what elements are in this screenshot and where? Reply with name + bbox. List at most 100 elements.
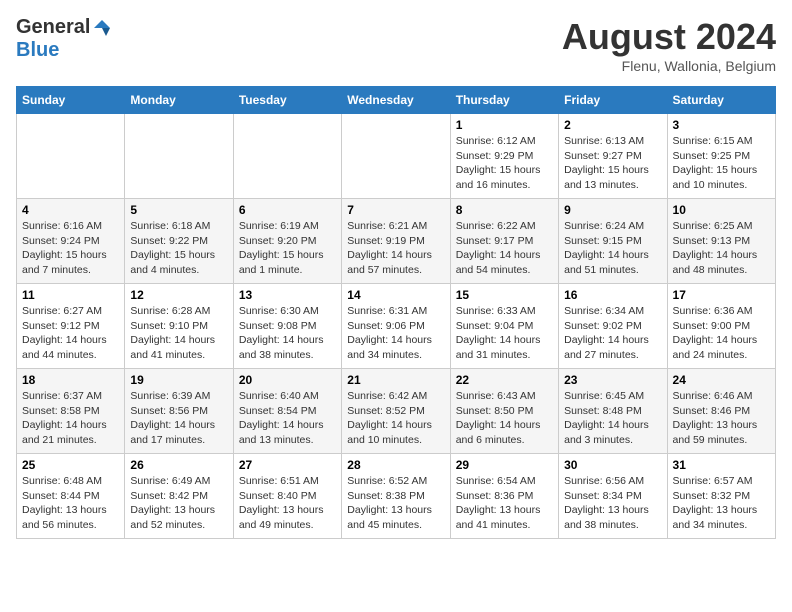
calendar-cell: 5 Sunrise: 6:18 AMSunset: 9:22 PMDaylight… xyxy=(125,199,233,284)
day-number: 19 xyxy=(130,373,227,387)
day-info: Sunrise: 6:49 AMSunset: 8:42 PMDaylight:… xyxy=(130,474,227,533)
logo-icon xyxy=(92,18,112,38)
day-info: Sunrise: 6:39 AMSunset: 8:56 PMDaylight:… xyxy=(130,389,227,448)
day-info: Sunrise: 6:19 AMSunset: 9:20 PMDaylight:… xyxy=(239,219,336,278)
calendar-cell: 23 Sunrise: 6:45 AMSunset: 8:48 PMDayligh… xyxy=(559,369,667,454)
calendar-cell xyxy=(17,114,125,199)
calendar-cell: 24 Sunrise: 6:46 AMSunset: 8:46 PMDayligh… xyxy=(667,369,775,454)
day-number: 7 xyxy=(347,203,444,217)
day-info: Sunrise: 6:13 AMSunset: 9:27 PMDaylight:… xyxy=(564,134,661,193)
day-number: 20 xyxy=(239,373,336,387)
calendar-cell: 30 Sunrise: 6:56 AMSunset: 8:34 PMDayligh… xyxy=(559,454,667,539)
week-row: 4Sunrise: 6:16 AMSunset: 9:24 PMDaylight… xyxy=(17,199,776,284)
day-info: Sunrise: 6:22 AMSunset: 9:17 PMDaylight:… xyxy=(456,219,553,278)
calendar-cell: 17 Sunrise: 6:36 AMSunset: 9:00 PMDayligh… xyxy=(667,284,775,369)
week-row: 25Sunrise: 6:48 AMSunset: 8:44 PMDayligh… xyxy=(17,454,776,539)
day-number: 23 xyxy=(564,373,661,387)
day-number: 14 xyxy=(347,288,444,302)
day-info: Sunrise: 6:45 AMSunset: 8:48 PMDaylight:… xyxy=(564,389,661,448)
calendar-cell xyxy=(233,114,341,199)
calendar-cell: 22 Sunrise: 6:43 AMSunset: 8:50 PMDayligh… xyxy=(450,369,558,454)
day-number: 22 xyxy=(456,373,553,387)
day-number: 3 xyxy=(673,118,770,132)
day-number: 17 xyxy=(673,288,770,302)
day-info: Sunrise: 6:48 AMSunset: 8:44 PMDaylight:… xyxy=(22,474,119,533)
calendar-cell: 29Sunrise: 6:54 AMSunset: 8:36 PMDayligh… xyxy=(450,454,558,539)
day-info: Sunrise: 6:31 AMSunset: 9:06 PMDaylight:… xyxy=(347,304,444,363)
calendar-cell xyxy=(342,114,450,199)
day-info: Sunrise: 6:25 AMSunset: 9:13 PMDaylight:… xyxy=(673,219,770,278)
day-info: Sunrise: 6:36 AMSunset: 9:00 PMDaylight:… xyxy=(673,304,770,363)
day-number: 16 xyxy=(564,288,661,302)
day-number: 27 xyxy=(239,458,336,472)
day-info: Sunrise: 6:42 AMSunset: 8:52 PMDaylight:… xyxy=(347,389,444,448)
day-number: 5 xyxy=(130,203,227,217)
day-info: Sunrise: 6:51 AMSunset: 8:40 PMDaylight:… xyxy=(239,474,336,533)
calendar-cell: 16Sunrise: 6:34 AMSunset: 9:02 PMDayligh… xyxy=(559,284,667,369)
weekday-header: Wednesday xyxy=(342,87,450,114)
day-info: Sunrise: 6:18 AMSunset: 9:22 PMDaylight:… xyxy=(130,219,227,278)
calendar-cell: 31 Sunrise: 6:57 AMSunset: 8:32 PMDayligh… xyxy=(667,454,775,539)
week-row: 11 Sunrise: 6:27 AMSunset: 9:12 PMDayligh… xyxy=(17,284,776,369)
day-number: 18 xyxy=(22,373,119,387)
weekday-header: Sunday xyxy=(17,87,125,114)
day-info: Sunrise: 6:15 AMSunset: 9:25 PMDaylight:… xyxy=(673,134,770,193)
calendar-cell: 3 Sunrise: 6:15 AMSunset: 9:25 PMDaylight… xyxy=(667,114,775,199)
calendar-cell: 9Sunrise: 6:24 AMSunset: 9:15 PMDaylight… xyxy=(559,199,667,284)
day-number: 24 xyxy=(673,373,770,387)
calendar-cell: 1 Sunrise: 6:12 AMSunset: 9:29 PMDaylight… xyxy=(450,114,558,199)
calendar-cell: 8 Sunrise: 6:22 AMSunset: 9:17 PMDaylight… xyxy=(450,199,558,284)
day-info: Sunrise: 6:16 AMSunset: 9:24 PMDaylight:… xyxy=(22,219,119,278)
day-info: Sunrise: 6:54 AMSunset: 8:36 PMDaylight:… xyxy=(456,474,553,533)
weekday-header-row: SundayMondayTuesdayWednesdayThursdayFrid… xyxy=(17,87,776,114)
calendar-cell: 13 Sunrise: 6:30 AMSunset: 9:08 PMDayligh… xyxy=(233,284,341,369)
day-number: 11 xyxy=(22,288,119,302)
day-info: Sunrise: 6:27 AMSunset: 9:12 PMDaylight:… xyxy=(22,304,119,363)
calendar-cell: 26Sunrise: 6:49 AMSunset: 8:42 PMDayligh… xyxy=(125,454,233,539)
calendar-cell: 18 Sunrise: 6:37 AMSunset: 8:58 PMDayligh… xyxy=(17,369,125,454)
page-header: General Blue August 2024 Flenu, Wallonia… xyxy=(16,16,776,74)
calendar-cell: 12Sunrise: 6:28 AMSunset: 9:10 PMDayligh… xyxy=(125,284,233,369)
day-number: 8 xyxy=(456,203,553,217)
day-info: Sunrise: 6:37 AMSunset: 8:58 PMDaylight:… xyxy=(22,389,119,448)
day-number: 10 xyxy=(673,203,770,217)
logo: General Blue xyxy=(16,16,112,62)
calendar-cell: 7 Sunrise: 6:21 AMSunset: 9:19 PMDaylight… xyxy=(342,199,450,284)
weekday-header: Monday xyxy=(125,87,233,114)
weekday-header: Saturday xyxy=(667,87,775,114)
day-number: 31 xyxy=(673,458,770,472)
day-number: 13 xyxy=(239,288,336,302)
logo-blue: Blue xyxy=(16,39,59,62)
day-info: Sunrise: 6:21 AMSunset: 9:19 PMDaylight:… xyxy=(347,219,444,278)
month-title: August 2024 xyxy=(562,16,776,58)
location: Flenu, Wallonia, Belgium xyxy=(562,58,776,74)
day-number: 15 xyxy=(456,288,553,302)
day-info: Sunrise: 6:46 AMSunset: 8:46 PMDaylight:… xyxy=(673,389,770,448)
day-info: Sunrise: 6:30 AMSunset: 9:08 PMDaylight:… xyxy=(239,304,336,363)
calendar-cell: 20Sunrise: 6:40 AMSunset: 8:54 PMDayligh… xyxy=(233,369,341,454)
calendar-cell: 27 Sunrise: 6:51 AMSunset: 8:40 PMDayligh… xyxy=(233,454,341,539)
calendar-cell: 4Sunrise: 6:16 AMSunset: 9:24 PMDaylight… xyxy=(17,199,125,284)
day-number: 30 xyxy=(564,458,661,472)
weekday-header: Friday xyxy=(559,87,667,114)
calendar-cell xyxy=(125,114,233,199)
calendar-table: SundayMondayTuesdayWednesdayThursdayFrid… xyxy=(16,86,776,539)
day-info: Sunrise: 6:43 AMSunset: 8:50 PMDaylight:… xyxy=(456,389,553,448)
day-number: 21 xyxy=(347,373,444,387)
calendar-cell: 25Sunrise: 6:48 AMSunset: 8:44 PMDayligh… xyxy=(17,454,125,539)
day-number: 2 xyxy=(564,118,661,132)
calendar-cell: 10 Sunrise: 6:25 AMSunset: 9:13 PMDayligh… xyxy=(667,199,775,284)
day-info: Sunrise: 6:56 AMSunset: 8:34 PMDaylight:… xyxy=(564,474,661,533)
calendar-cell: 19 Sunrise: 6:39 AMSunset: 8:56 PMDayligh… xyxy=(125,369,233,454)
calendar-cell: 15Sunrise: 6:33 AMSunset: 9:04 PMDayligh… xyxy=(450,284,558,369)
day-number: 1 xyxy=(456,118,553,132)
week-row: 1 Sunrise: 6:12 AMSunset: 9:29 PMDaylight… xyxy=(17,114,776,199)
day-info: Sunrise: 6:12 AMSunset: 9:29 PMDaylight:… xyxy=(456,134,553,193)
calendar-cell: 6Sunrise: 6:19 AMSunset: 9:20 PMDaylight… xyxy=(233,199,341,284)
week-row: 18 Sunrise: 6:37 AMSunset: 8:58 PMDayligh… xyxy=(17,369,776,454)
title-block: August 2024 Flenu, Wallonia, Belgium xyxy=(562,16,776,74)
day-info: Sunrise: 6:57 AMSunset: 8:32 PMDaylight:… xyxy=(673,474,770,533)
calendar-cell: 2 Sunrise: 6:13 AMSunset: 9:27 PMDaylight… xyxy=(559,114,667,199)
calendar-cell: 21 Sunrise: 6:42 AMSunset: 8:52 PMDayligh… xyxy=(342,369,450,454)
weekday-header: Thursday xyxy=(450,87,558,114)
